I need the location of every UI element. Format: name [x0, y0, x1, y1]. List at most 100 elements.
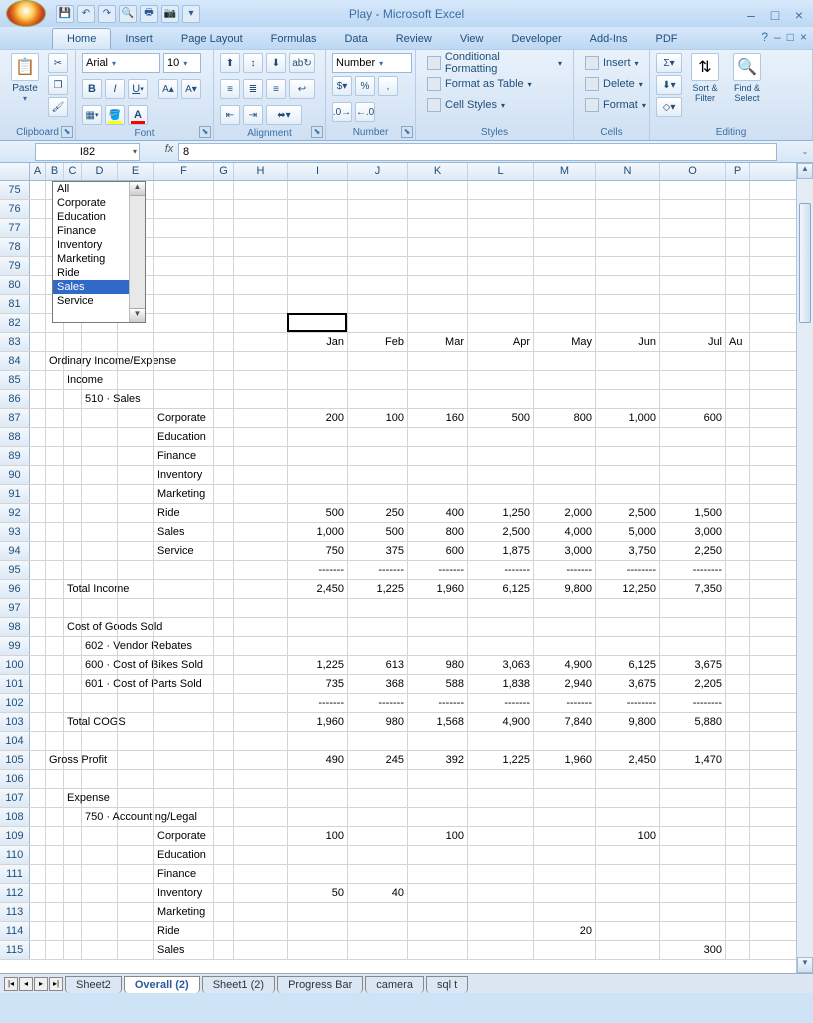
cell-M94[interactable]: 3,000: [534, 542, 596, 560]
cell-I102[interactable]: -------: [288, 694, 348, 712]
col-header-C[interactable]: C: [64, 163, 82, 180]
cell-C88[interactable]: [64, 428, 82, 446]
cell-I80[interactable]: [288, 276, 348, 294]
format-as-table-button[interactable]: Format as Table▾: [422, 74, 537, 94]
cell-J103[interactable]: 980: [348, 713, 408, 731]
cell-G96[interactable]: [214, 580, 234, 598]
cell-M78[interactable]: [534, 238, 596, 256]
cell-F112[interactable]: Inventory: [154, 884, 214, 902]
col-header-F[interactable]: F: [154, 163, 214, 180]
formula-input[interactable]: [178, 143, 777, 161]
fx-icon[interactable]: fx: [160, 143, 178, 161]
cell-K102[interactable]: -------: [408, 694, 468, 712]
row-header[interactable]: 104: [0, 732, 30, 750]
cell-N105[interactable]: 2,450: [596, 751, 660, 769]
cell-G114[interactable]: [214, 922, 234, 940]
cell-C108[interactable]: [64, 808, 82, 826]
cell-D95[interactable]: [82, 561, 118, 579]
cell-F98[interactable]: [154, 618, 214, 636]
cell-F79[interactable]: [154, 257, 214, 275]
cell-O89[interactable]: [660, 447, 726, 465]
cell-K77[interactable]: [408, 219, 468, 237]
ribbon-tab-pdf[interactable]: PDF: [642, 29, 692, 49]
cell-F103[interactable]: [154, 713, 214, 731]
borders-button[interactable]: ▦▾: [82, 105, 102, 125]
cell-E113[interactable]: [118, 903, 154, 921]
cell-K87[interactable]: 160: [408, 409, 468, 427]
cell-F82[interactable]: [154, 314, 214, 332]
cell-B108[interactable]: [46, 808, 64, 826]
cell-K97[interactable]: [408, 599, 468, 617]
cell-H108[interactable]: [234, 808, 288, 826]
cell-A93[interactable]: [30, 523, 46, 541]
cell-B88[interactable]: [46, 428, 64, 446]
cell-M108[interactable]: [534, 808, 596, 826]
cell-H83[interactable]: [234, 333, 288, 351]
cell-M115[interactable]: [534, 941, 596, 959]
cell-B100[interactable]: [46, 656, 64, 674]
cell-G103[interactable]: [214, 713, 234, 731]
cell-J112[interactable]: 40: [348, 884, 408, 902]
cell-A115[interactable]: [30, 941, 46, 959]
cell-J96[interactable]: 1,225: [348, 580, 408, 598]
cell-O98[interactable]: [660, 618, 726, 636]
cell-K96[interactable]: 1,960: [408, 580, 468, 598]
cell-O113[interactable]: [660, 903, 726, 921]
cell-F87[interactable]: Corporate: [154, 409, 214, 427]
cell-N102[interactable]: --------: [596, 694, 660, 712]
cell-I112[interactable]: 50: [288, 884, 348, 902]
cell-H102[interactable]: [234, 694, 288, 712]
cell-D98[interactable]: [82, 618, 118, 636]
cell-F85[interactable]: [154, 371, 214, 389]
cell-A106[interactable]: [30, 770, 46, 788]
cell-N103[interactable]: 9,800: [596, 713, 660, 731]
cell-A79[interactable]: [30, 257, 46, 275]
cell-C106[interactable]: [64, 770, 82, 788]
cell-E102[interactable]: [118, 694, 154, 712]
listbox-scroll-down-icon[interactable]: ▼: [130, 308, 145, 322]
cell-E87[interactable]: [118, 409, 154, 427]
cell-O111[interactable]: [660, 865, 726, 883]
cell-A103[interactable]: [30, 713, 46, 731]
cell-C93[interactable]: [64, 523, 82, 541]
cell-A86[interactable]: [30, 390, 46, 408]
cell-L98[interactable]: [468, 618, 534, 636]
cell-N83[interactable]: Jun: [596, 333, 660, 351]
cell-C113[interactable]: [64, 903, 82, 921]
cell-D112[interactable]: [82, 884, 118, 902]
cell-L81[interactable]: [468, 295, 534, 313]
font-launcher-icon[interactable]: ⬊: [199, 126, 211, 138]
cell-H87[interactable]: [234, 409, 288, 427]
cell-M111[interactable]: [534, 865, 596, 883]
cell-L106[interactable]: [468, 770, 534, 788]
camera-icon[interactable]: 📷: [161, 5, 179, 23]
cell-P80[interactable]: [726, 276, 750, 294]
percent-icon[interactable]: %: [355, 76, 375, 96]
cell-P100[interactable]: [726, 656, 750, 674]
cell-M89[interactable]: [534, 447, 596, 465]
cell-I83[interactable]: Jan: [288, 333, 348, 351]
cell-J115[interactable]: [348, 941, 408, 959]
row-header[interactable]: 83: [0, 333, 30, 351]
cell-A114[interactable]: [30, 922, 46, 940]
cell-K94[interactable]: 600: [408, 542, 468, 560]
col-header-B[interactable]: B: [46, 163, 64, 180]
cell-G75[interactable]: [214, 181, 234, 199]
cell-K114[interactable]: [408, 922, 468, 940]
cell-F95[interactable]: [154, 561, 214, 579]
row-header[interactable]: 75: [0, 181, 30, 199]
cell-O110[interactable]: [660, 846, 726, 864]
cell-K92[interactable]: 400: [408, 504, 468, 522]
ribbon-tab-formulas[interactable]: Formulas: [257, 29, 331, 49]
cell-E89[interactable]: [118, 447, 154, 465]
cell-P115[interactable]: [726, 941, 750, 959]
cell-O93[interactable]: 3,000: [660, 523, 726, 541]
cell-P85[interactable]: [726, 371, 750, 389]
cell-P97[interactable]: [726, 599, 750, 617]
cell-F81[interactable]: [154, 295, 214, 313]
cell-B109[interactable]: [46, 827, 64, 845]
cell-G85[interactable]: [214, 371, 234, 389]
cell-N76[interactable]: [596, 200, 660, 218]
cell-M93[interactable]: 4,000: [534, 523, 596, 541]
cell-M106[interactable]: [534, 770, 596, 788]
